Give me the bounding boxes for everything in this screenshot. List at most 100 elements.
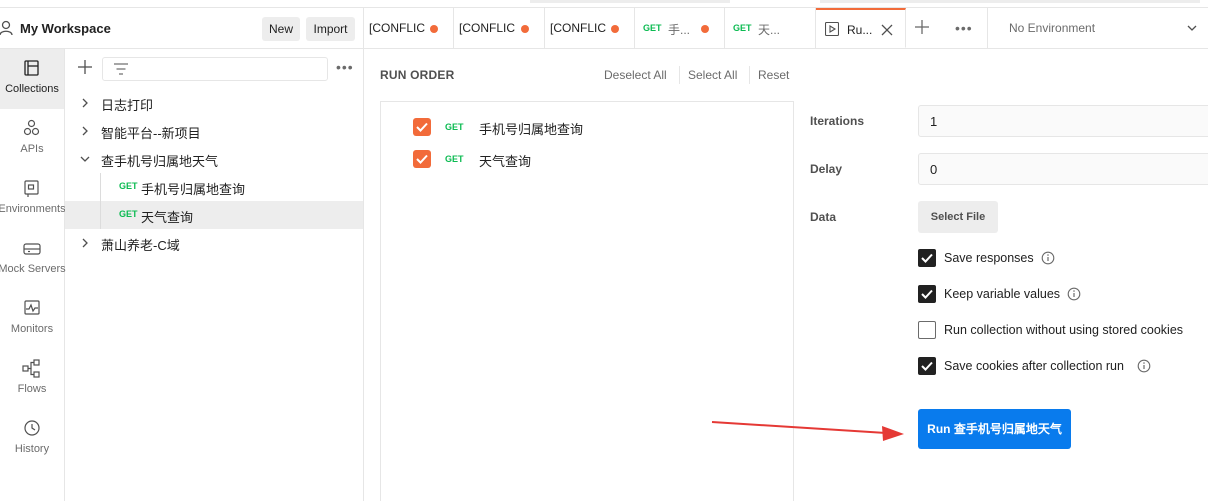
checkbox-checked[interactable] (413, 118, 431, 136)
info-icon[interactable] (1137, 359, 1151, 373)
rail-item-flows[interactable]: Flows (0, 349, 64, 409)
filter-icon (114, 63, 128, 75)
info-icon[interactable] (1041, 251, 1055, 265)
request-method-badge: GET (445, 122, 464, 132)
tree-item-label: 智能平台--新项目 (101, 126, 201, 141)
tab-bar: [CONFLIC [CONFLIC [CONFLIC GET 手... GET … (364, 8, 1208, 49)
checkbox-checked[interactable] (918, 249, 936, 267)
tree-request-label: 手机号归属地查询 (141, 182, 246, 197)
rail-item-apis[interactable]: APIs (0, 109, 64, 169)
checkbox-checked[interactable] (918, 285, 936, 303)
chevron-right-icon (82, 126, 88, 136)
check-icon (921, 361, 933, 371)
run-order-item-label: 手机号归属地查询 (479, 122, 584, 137)
tab-label: [CONFLIC (459, 21, 516, 35)
tree-request-row-selected[interactable]: GET 天气查询 (65, 201, 363, 229)
option-label: Run collection without using stored cook… (944, 323, 1184, 337)
rail-label-apis: APIs (20, 143, 44, 155)
option-label: Save cookies after collection run (944, 359, 1124, 373)
unsaved-dot-icon (701, 25, 709, 33)
filter-input[interactable] (102, 57, 328, 81)
delay-input[interactable]: 0 (918, 153, 1208, 185)
sidebar-more-icon[interactable]: ••• (336, 59, 354, 75)
check-icon (416, 154, 428, 164)
iterations-value: 1 (930, 114, 938, 129)
tree-collection-row-expanded[interactable]: 查手机号归属地天气 (65, 145, 363, 173)
run-order-heading: RUN ORDER (380, 68, 455, 82)
workspace-header: My Workspace New Import (0, 8, 364, 49)
info-icon[interactable] (1067, 287, 1081, 301)
app-window: My Workspace New Import Collections APIs (0, 0, 1208, 501)
tab-method-badge: GET (733, 23, 752, 33)
environment-selector[interactable]: No Environment (987, 8, 1208, 48)
top-strip (0, 0, 1208, 8)
request-method-badge: GET (119, 181, 138, 191)
new-button[interactable]: New (262, 17, 300, 41)
tab-request-weather[interactable]: GET 天... (725, 8, 816, 48)
rail-item-environments[interactable]: Environments (0, 169, 66, 229)
chevron-down-icon (1187, 25, 1197, 31)
tree-collection-row[interactable]: 智能平台--新项目 (65, 117, 363, 145)
rail-item-mock-servers[interactable]: Mock Servers (0, 229, 66, 289)
delay-value: 0 (930, 162, 938, 177)
option-label: Save responses (944, 251, 1034, 265)
checkbox-checked[interactable] (918, 357, 936, 375)
tree-item-label: 萧山养老-C域 (101, 238, 180, 253)
collections-sidebar: ••• 日志打印 智能平台--新项目 查手机号归属地天气 GET 手机号归属地查… (65, 49, 364, 501)
rail-label-history: History (14, 443, 50, 455)
tab-request-phone[interactable]: GET 手... (635, 8, 725, 48)
user-icon (0, 20, 13, 36)
tree-collection-row[interactable]: 日志打印 (65, 89, 363, 117)
mock-servers-icon (23, 243, 41, 255)
iterations-label: Iterations (810, 114, 865, 128)
history-icon (24, 420, 40, 436)
chevron-down-icon (80, 156, 90, 162)
run-order-item-label: 天气查询 (479, 154, 532, 169)
new-tab-icon[interactable] (915, 20, 929, 34)
delay-label: Delay (810, 162, 843, 176)
monitors-icon (24, 300, 40, 315)
check-icon (921, 253, 933, 263)
select-file-button[interactable]: Select File (918, 201, 998, 233)
apis-icon (23, 119, 40, 136)
environment-label: No Environment (1009, 21, 1096, 35)
tree-request-row[interactable]: GET 手机号归属地查询 (65, 173, 363, 201)
rail-item-monitors[interactable]: Monitors (0, 289, 64, 349)
check-icon (416, 122, 428, 132)
tab-method-badge: GET (643, 23, 662, 33)
close-icon[interactable] (881, 24, 893, 36)
rail-item-history[interactable]: History (0, 409, 64, 469)
reset-link[interactable]: Reset (758, 68, 789, 82)
check-icon (921, 289, 933, 299)
option-label: Keep variable values (944, 287, 1061, 301)
tab-label: [CONFLIC (369, 21, 426, 35)
unsaved-dot-icon (611, 25, 619, 33)
rail-item-collections[interactable]: Collections (0, 49, 64, 109)
deselect-all-link[interactable]: Deselect All (604, 68, 667, 82)
tab-conflict-3[interactable]: [CONFLIC (545, 8, 635, 48)
tab-conflict-2[interactable]: [CONFLIC (454, 8, 545, 48)
tab-label: Ru... (847, 23, 873, 37)
chevron-right-icon (82, 98, 88, 108)
tree-item-label: 日志打印 (101, 98, 154, 113)
request-method-badge: GET (445, 154, 464, 164)
request-method-badge: GET (119, 209, 138, 219)
rail-label-flows: Flows (17, 383, 47, 395)
run-collection-button[interactable]: Run 查手机号归属地天气 (918, 409, 1071, 449)
tree-collection-row[interactable]: 萧山养老-C域 (65, 229, 363, 257)
add-collection-icon[interactable] (77, 59, 93, 75)
rail-label-collections: Collections (5, 83, 59, 95)
tab-runner[interactable]: Ru... (816, 8, 906, 48)
workspace-title: My Workspace (20, 21, 111, 36)
tree-item-label: 查手机号归属地天气 (101, 154, 219, 169)
left-rail: Collections APIs Environments Mock Serve… (0, 49, 66, 501)
checkbox-unchecked[interactable] (918, 321, 936, 339)
tabs-more-icon[interactable]: ••• (955, 20, 973, 36)
unsaved-dot-icon (430, 25, 438, 33)
select-all-link[interactable]: Select All (688, 68, 737, 82)
red-arrow-annotation (711, 421, 904, 441)
tab-conflict-1[interactable]: [CONFLIC (364, 8, 454, 48)
iterations-input[interactable]: 1 (918, 105, 1208, 137)
checkbox-checked[interactable] (413, 150, 431, 168)
import-button[interactable]: Import (306, 17, 355, 41)
